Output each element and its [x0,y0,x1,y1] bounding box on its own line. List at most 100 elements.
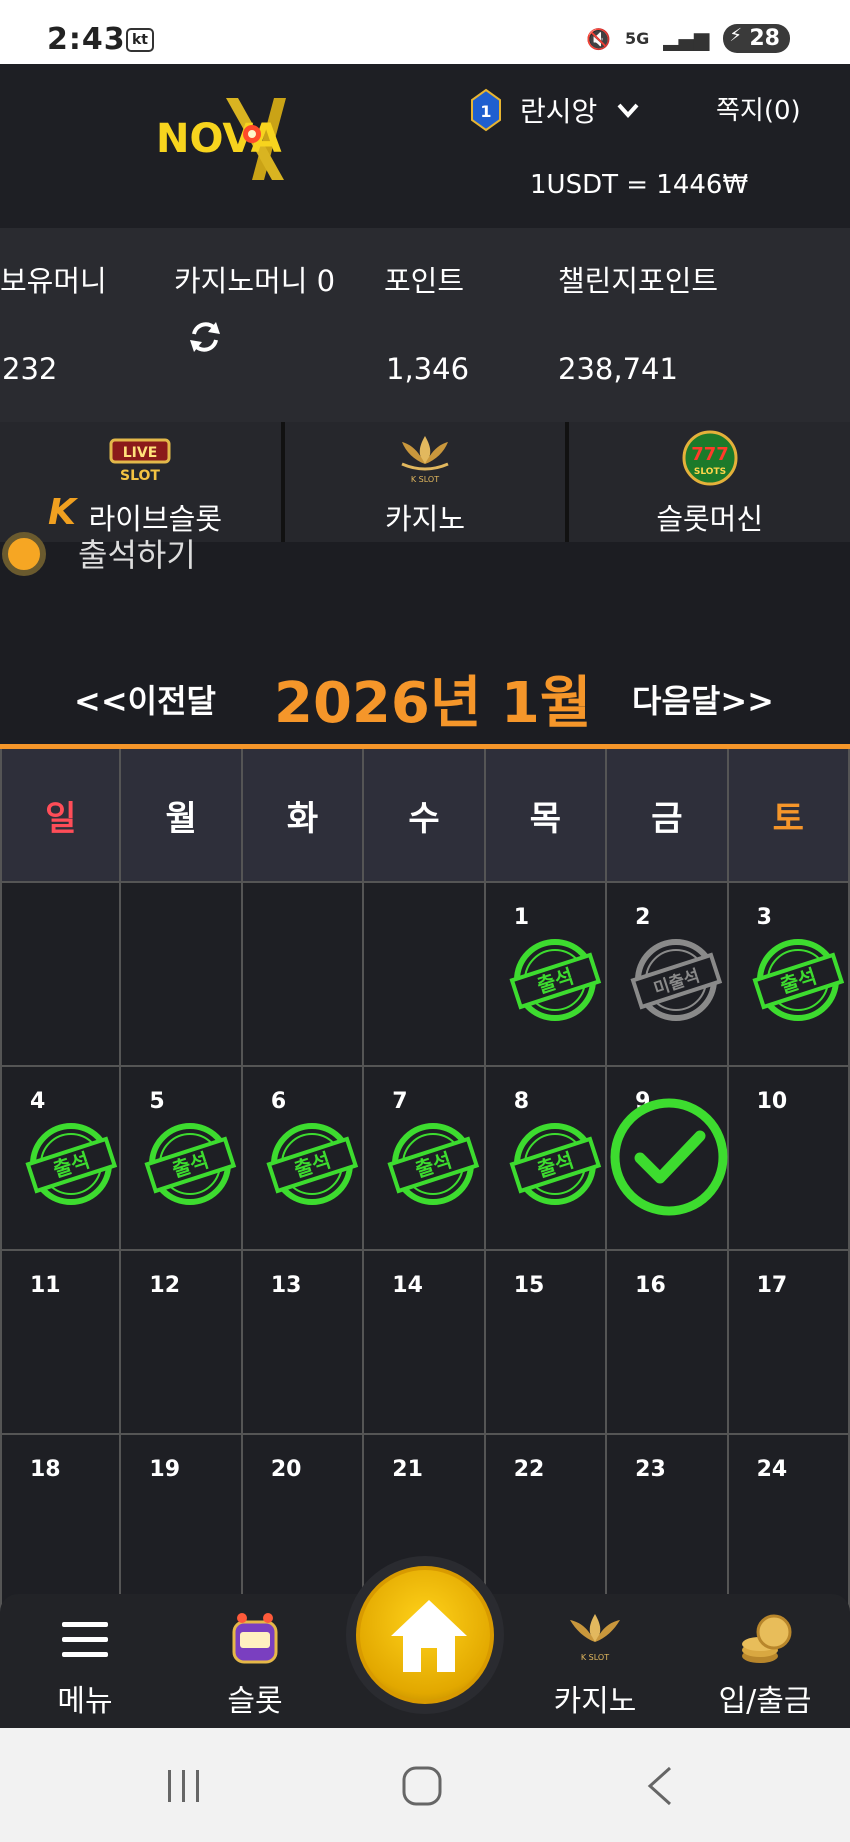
calendar-day-cell[interactable]: 8 출석 [485,1067,608,1251]
status-bar: 2:43 kt 🔇 5G ▂▄▆ 28 [0,0,850,64]
day-number: 7 [392,1089,408,1114]
calendar-day-cell[interactable]: 9 [607,1067,729,1251]
weekday-wed: 수 [364,749,486,883]
home-icon [391,1600,467,1672]
svg-text:SLOTS: SLOTS [694,467,726,477]
next-month-link[interactable]: 다음달>> [632,676,774,722]
svg-text:LIVE: LIVE [123,445,158,461]
hold-money-label: 보유머니 [0,264,107,298]
status-time: 2:43 [47,22,126,57]
day-number: 19 [149,1457,181,1482]
calendar-day-cell[interactable]: 11 [0,1251,122,1435]
mute-icon: 🔇 [586,26,611,51]
level-badge-icon: 1 [471,88,501,132]
logo-text: NOVA [156,116,282,162]
day-number: 20 [270,1457,302,1482]
home-nav-icon[interactable] [398,1762,446,1810]
day-number: 24 [756,1457,788,1482]
svg-text:1: 1 [480,102,491,121]
chevron-down-icon[interactable] [615,97,641,123]
point-label: 포인트 [384,264,465,298]
svg-text:K SLOT: K SLOT [581,1653,609,1662]
network-label: 5G [624,29,650,48]
calendar-day-cell[interactable]: 22 [485,1435,608,1619]
calendar-day-cell[interactable]: 10 [728,1067,850,1251]
nav-slot[interactable]: 슬롯 [190,1594,320,1728]
android-nav-bar [0,1728,850,1842]
nav-label: 입/출금 [718,1684,812,1719]
messages-link[interactable]: 쪽지(0) [716,90,801,127]
calendar-day-cell[interactable]: 19 [121,1435,243,1619]
weekday-thu: 목 [485,749,608,883]
nav-deposit[interactable]: 입/출금 [700,1594,830,1728]
attendance-radio-icon[interactable] [2,532,46,576]
calendar-day-cell[interactable]: 17 [728,1251,850,1435]
calendar-day-cell[interactable]: 13 [242,1251,365,1435]
attendance-label: 출석하기 [78,536,196,574]
balance-panel: 보유머니 232 카지노머니 0 포인트 1,346 챌린지포인트 238,74… [0,228,850,422]
day-number: 6 [270,1089,287,1114]
present-stamp-icon: 출석 [25,1123,118,1205]
calendar-day-cell[interactable]: 2 미출석 [607,883,729,1067]
exchange-rate: 1USDT = 1446₩ [530,170,749,200]
day-number: 21 [392,1457,423,1482]
absent-stamp-icon: 미출석 [630,939,723,1021]
calendar-day-cell[interactable]: 7 출석 [364,1067,486,1251]
slot-machine-icon [232,1613,278,1664]
calendar-day-cell [364,883,486,1067]
system-icons: 🔇 5G ▂▄▆ 28 [586,24,790,53]
calendar-grid: 1 출석 2 미출석 3 출석 4 출석 5 출석 6 출석 7 출석 8 출석 9 10 11 12 13 14 15 16… [0,883,850,1619]
calendar-day-cell[interactable]: 24 [728,1435,850,1619]
calendar-day-cell[interactable]: 12 [121,1251,243,1435]
day-number: 23 [635,1457,666,1482]
calendar-day-cell[interactable]: 5 출석 [121,1067,243,1251]
day-number: 14 [392,1273,423,1298]
prev-month-link[interactable]: <<이전달 [74,676,216,722]
weekday-tue: 화 [242,749,365,883]
refresh-icon[interactable] [186,318,224,356]
calendar-day-cell[interactable]: 23 [607,1435,729,1619]
battery-indicator: 28 [723,24,790,53]
calendar-day-cell[interactable]: 14 [364,1251,486,1435]
calendar-day-cell[interactable]: 20 [242,1435,365,1619]
day-number: 13 [270,1273,302,1298]
calendar-day-cell[interactable]: 18 [0,1435,122,1619]
calendar-day-cell[interactable]: 4 출석 [0,1067,122,1251]
day-number: 2 [635,905,651,930]
nav-casino[interactable]: K SLOT 카지노 [530,1594,660,1728]
recent-apps-icon[interactable] [160,1762,208,1810]
calendar-day-cell[interactable]: 1 출석 [485,883,608,1067]
weekday-sun: 일 [0,749,122,883]
user-menu[interactable]: 1 란시앙 [470,88,641,132]
svg-text:777: 777 [691,444,729,465]
hold-money-value: 232 [2,352,58,386]
home-button[interactable] [356,1566,494,1704]
game-tab-casino[interactable]: K SLOT 카지노 [284,422,566,542]
back-icon[interactable] [638,1762,686,1810]
weekday-fri: 금 [607,749,729,883]
calendar-day-cell[interactable]: 15 [485,1251,608,1435]
svg-text:SLOT: SLOT [120,468,160,484]
present-stamp-icon: 출석 [509,1123,601,1205]
nova-logo[interactable]: NOVA [156,94,342,184]
nav-menu[interactable]: 메뉴 [20,1594,150,1728]
site-header: NOVA 1 란시앙 쪽지(0) 1USDT = 1446₩ [0,64,850,228]
challenge-point-label: 챌린지포인트 [558,264,719,298]
username: 란시앙 [520,95,598,128]
game-tab-live-slot[interactable]: LIVE SLOT K 라이브슬롯 [0,422,281,542]
present-stamp-icon: 출석 [509,939,601,1021]
calendar-day-cell [0,883,122,1067]
day-number: 8 [513,1089,530,1114]
day-number: 5 [149,1089,165,1114]
calendar-day-cell[interactable]: 16 [607,1251,729,1435]
calendar-day-cell[interactable]: 3 출석 [728,883,850,1067]
game-tab-slot-machine[interactable]: 777 SLOTS 슬롯머신 [569,422,850,542]
day-number: 4 [30,1089,46,1114]
game-tab-label: 슬롯머신 [656,502,764,536]
nav-label: 메뉴 [57,1684,113,1719]
hamburger-icon [62,1622,108,1657]
calendar-day-cell[interactable]: 6 출석 [242,1067,365,1251]
challenge-point-value: 238,741 [558,352,678,386]
day-number: 3 [756,905,772,930]
calendar-day-cell [242,883,365,1067]
